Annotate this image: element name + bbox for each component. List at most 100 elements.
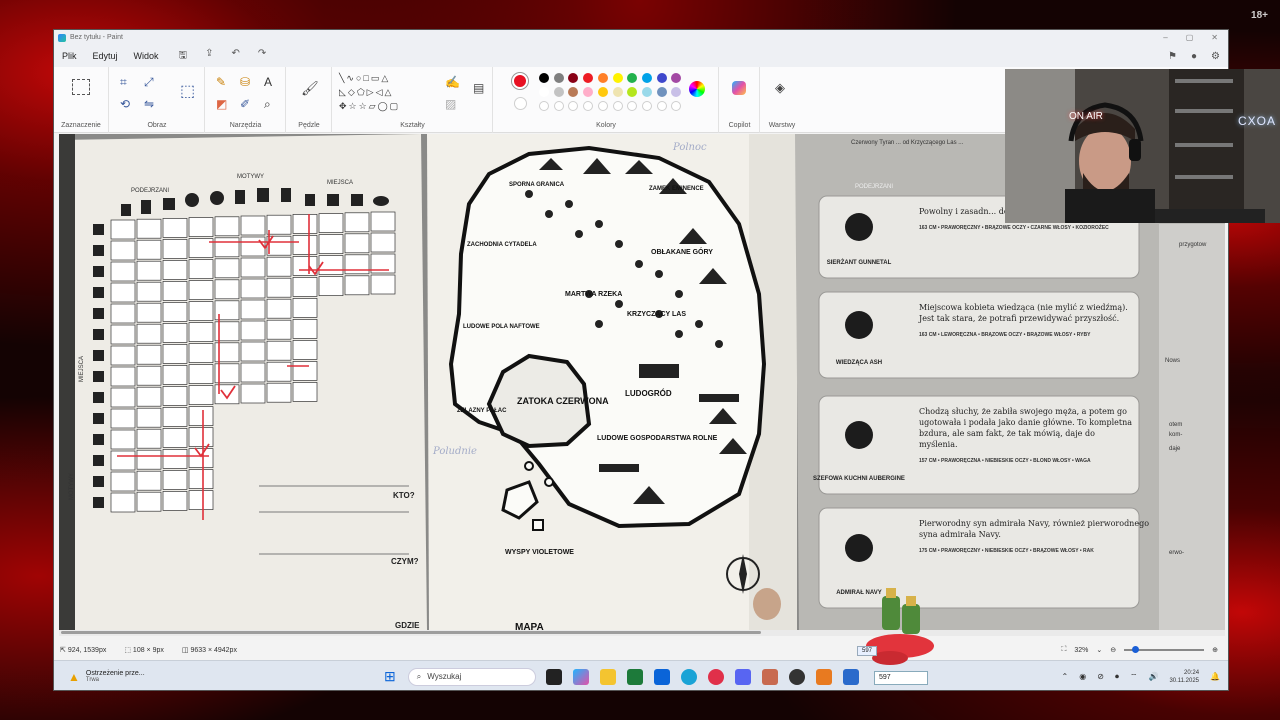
menu-file[interactable]: Plik — [62, 51, 77, 61]
color-swatch[interactable] — [612, 73, 623, 83]
color-swatch[interactable] — [597, 73, 608, 83]
menu-edit[interactable]: Edytuj — [93, 51, 118, 61]
custom-color-slot[interactable] — [583, 101, 594, 111]
edit-colors-icon[interactable] — [689, 81, 705, 97]
color-swatch[interactable] — [656, 73, 667, 83]
color-swatch[interactable] — [627, 73, 638, 83]
scrollbar-thumb[interactable] — [61, 631, 761, 634]
color-swatch[interactable] — [627, 87, 638, 97]
menu-view[interactable]: Widok — [134, 51, 159, 61]
fill-icon[interactable]: ⛁ — [240, 75, 250, 89]
custom-color-slot[interactable] — [641, 101, 652, 111]
custom-color-slot[interactable] — [612, 101, 623, 111]
resize-icon[interactable]: ⤢ — [144, 75, 154, 89]
custom-color-slot[interactable] — [568, 101, 579, 111]
color-swatch[interactable] — [641, 87, 652, 97]
close-button[interactable]: ✕ — [1211, 33, 1218, 42]
redo-icon[interactable]: ↷ — [258, 48, 266, 65]
store-icon[interactable] — [626, 668, 643, 685]
start-button-icon[interactable]: ⊞ — [384, 668, 396, 685]
zoom-out-icon[interactable]: ⊖ — [1110, 646, 1116, 654]
feedback-icon[interactable]: ⚑ — [1168, 51, 1177, 62]
color-swatch[interactable] — [539, 73, 549, 83]
overflow-icon[interactable]: ⌃ — [1062, 672, 1069, 681]
edge-word-6: erwo- — [1169, 550, 1184, 556]
file-explorer-icon[interactable] — [599, 668, 616, 685]
copilot-icon[interactable] — [732, 81, 746, 95]
color-swatch[interactable] — [597, 87, 608, 97]
notification-widget[interactable]: ▲ Ostrzeżenie prze... Trwa — [54, 670, 384, 684]
counter-input[interactable]: 597 — [874, 671, 928, 685]
discord-icon[interactable] — [734, 668, 751, 685]
color-swatch[interactable] — [583, 73, 594, 83]
color-swatch[interactable] — [553, 73, 564, 83]
mic-icon[interactable]: ⏺ — [1115, 672, 1119, 682]
edge-icon[interactable] — [680, 668, 697, 685]
paint-taskbar-icon[interactable] — [842, 668, 859, 685]
zoom-dropdown-icon[interactable]: ⌄ — [1096, 646, 1102, 654]
undo-icon[interactable]: ↶ — [231, 48, 239, 65]
color-swatch[interactable] — [656, 87, 667, 97]
color-swatch[interactable] — [671, 87, 682, 97]
color-swatch[interactable] — [612, 87, 623, 97]
text-icon[interactable]: A — [264, 75, 272, 89]
app-icon-11[interactable] — [815, 668, 832, 685]
pencil-icon[interactable]: ✎ — [216, 75, 226, 89]
custom-color-slot[interactable] — [627, 101, 638, 111]
custom-color-slot[interactable] — [671, 101, 682, 111]
fill-shape-icon[interactable]: ▨ — [445, 97, 456, 111]
opera-icon[interactable] — [707, 668, 724, 685]
zoom-level[interactable]: 32% — [1074, 647, 1088, 654]
copilot-taskbar-icon[interactable] — [572, 668, 589, 685]
zoom-in-icon[interactable]: ⊕ — [1212, 646, 1218, 654]
color-swatch[interactable] — [553, 87, 564, 97]
color-picker-icon[interactable]: ✐ — [240, 97, 250, 111]
taskbar-search[interactable]: ⌕ Wyszukaj — [407, 667, 536, 686]
outline-icon[interactable]: ✍ — [445, 75, 460, 89]
eraser-icon[interactable]: ◩ — [216, 97, 227, 111]
account-icon[interactable]: ● — [1191, 51, 1197, 62]
image-select-icon[interactable]: ⬚ — [180, 84, 195, 100]
app-tray-icon[interactable]: ⊘ — [1097, 672, 1104, 681]
custom-color-slot[interactable] — [539, 101, 549, 111]
task-view-icon[interactable] — [545, 668, 562, 685]
outlook-icon[interactable] — [653, 668, 670, 685]
settings-icon[interactable]: ⚙ — [1211, 51, 1220, 62]
maximize-button[interactable]: ▢ — [1186, 33, 1194, 42]
volume-icon[interactable]: 🔊 — [1148, 672, 1158, 681]
zoom-slider[interactable] — [1124, 646, 1205, 653]
rotate-icon[interactable]: ⟲ — [120, 97, 130, 111]
app-icon-9[interactable] — [761, 668, 778, 685]
brush-icon[interactable]: 🖌 — [301, 81, 319, 95]
color-swatch[interactable] — [671, 73, 682, 83]
custom-color-slot[interactable] — [656, 101, 667, 111]
color-swatch[interactable] — [539, 87, 549, 97]
shapes-gallery-icon[interactable]: ╲∿○□▭△ ◺◇⬠▷◁△ ✥☆☆▱◯▢ — [339, 71, 435, 113]
group-colors-label: Kolory — [596, 122, 616, 129]
save-icon[interactable]: 🖫 — [179, 48, 188, 65]
layers-icon[interactable]: ◈ — [775, 81, 785, 95]
flip-icon[interactable]: ⇋ — [144, 97, 154, 111]
color-swatch[interactable] — [583, 87, 594, 97]
notifications-icon[interactable]: 🔔 — [1210, 672, 1220, 681]
custom-color-slot[interactable] — [597, 101, 608, 111]
color-swatch[interactable] — [568, 73, 579, 83]
obs-icon[interactable] — [788, 668, 805, 685]
minimize-button[interactable]: – — [1163, 33, 1167, 42]
fit-to-window-icon[interactable]: ⛶ — [1061, 646, 1066, 654]
group-selection: Zaznaczenie — [54, 67, 109, 133]
active-color-2[interactable] — [514, 97, 527, 110]
select-tool-icon[interactable] — [72, 79, 90, 95]
horizontal-scrollbar[interactable] — [59, 630, 1225, 636]
color-swatch[interactable] — [568, 87, 579, 97]
color-swatch[interactable] — [641, 73, 652, 83]
wifi-icon[interactable]: ⌔ — [1130, 672, 1138, 682]
shape-options-icon[interactable]: ▤ — [473, 81, 484, 95]
network-icon[interactable]: ◉ — [1079, 672, 1086, 681]
taskbar-clock[interactable]: 20:24 30.11.2025 — [1169, 669, 1199, 685]
active-color-1[interactable] — [512, 73, 528, 89]
crop-icon[interactable]: ⌗ — [120, 75, 127, 89]
share-icon[interactable]: ⇪ — [205, 48, 213, 65]
custom-color-slot[interactable] — [553, 101, 564, 111]
magnifier-icon[interactable]: ⌕ — [264, 97, 271, 111]
